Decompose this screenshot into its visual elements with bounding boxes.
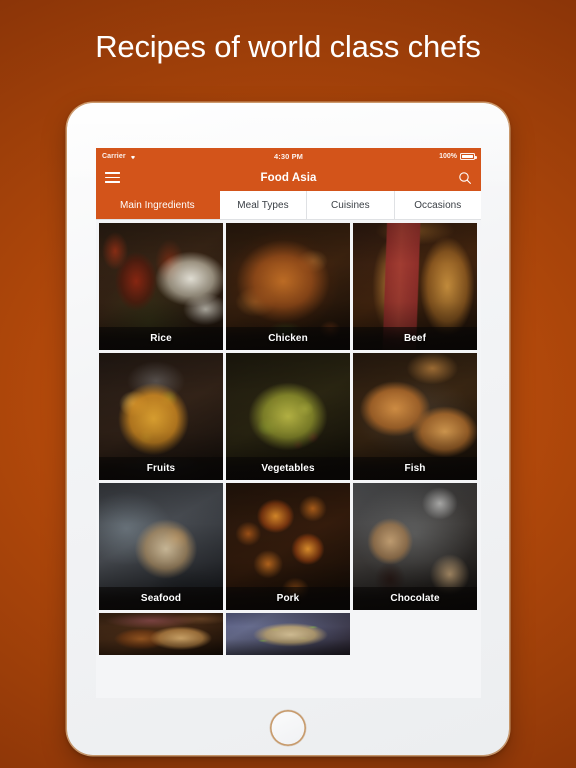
status-bar-clock: 4:30 PM	[273, 151, 304, 161]
grid-tile-vegetables[interactable]: Vegetables	[226, 353, 350, 480]
app-nav-bar: Food Asia	[96, 164, 481, 191]
category-tab-bar: Main Ingredients Meal Types Cuisines Occ…	[96, 191, 481, 220]
tile-label: Chocolate	[353, 587, 477, 610]
tab-meal-types[interactable]: Meal Types	[219, 191, 308, 219]
tile-vignette	[226, 613, 350, 655]
tile-label: Fruits	[99, 457, 223, 480]
tab-main-ingredients[interactable]: Main Ingredients	[96, 191, 220, 219]
tile-label: Fish	[353, 457, 477, 480]
promo-headline: Recipes of world class chefs	[95, 29, 481, 64]
grid-tile-chicken[interactable]: Chicken	[226, 223, 350, 350]
grid-tile-rice[interactable]: Rice	[99, 223, 223, 350]
grid-tile-beef[interactable]: Beef	[353, 223, 477, 350]
tile-label: Chicken	[226, 327, 350, 350]
search-icon[interactable]	[458, 171, 472, 185]
battery-full-icon	[460, 152, 477, 160]
grid-tile-pork[interactable]: Pork	[226, 483, 350, 610]
battery-percent-label: 100%	[439, 152, 457, 160]
tab-occasions[interactable]: Occasions	[394, 191, 481, 219]
app-title: Food Asia	[260, 171, 317, 184]
grid-tile-partial-rice-peas[interactable]	[226, 613, 350, 655]
tile-label: Pork	[226, 587, 350, 610]
tile-label: Vegetables	[226, 457, 350, 480]
tablet-screen: Carrier 4:30 PM 100% Food Asia Main Ingr…	[96, 148, 481, 698]
status-bar-right: 100%	[439, 152, 477, 160]
tablet-device-frame: Carrier 4:30 PM 100% Food Asia Main Ingr…	[67, 103, 509, 755]
grid-tile-fish[interactable]: Fish	[353, 353, 477, 480]
tile-label: Beef	[353, 327, 477, 350]
grid-tile-fruits[interactable]: Fruits	[99, 353, 223, 480]
tile-label: Rice	[99, 327, 223, 350]
tile-vignette	[99, 613, 223, 655]
grid-tile-seafood[interactable]: Seafood	[99, 483, 223, 610]
carrier-label: Carrier	[102, 152, 126, 160]
category-grid: Rice Chicken Beef Fruits Vegetables Fish…	[96, 220, 481, 655]
grid-tile-chocolate[interactable]: Chocolate	[353, 483, 477, 610]
tab-cuisines[interactable]: Cuisines	[307, 191, 395, 219]
status-bar: Carrier 4:30 PM 100%	[96, 148, 481, 164]
home-button[interactable]	[270, 710, 306, 746]
grid-tile-partial-bread[interactable]	[99, 613, 223, 655]
tile-label: Seafood	[99, 587, 223, 610]
